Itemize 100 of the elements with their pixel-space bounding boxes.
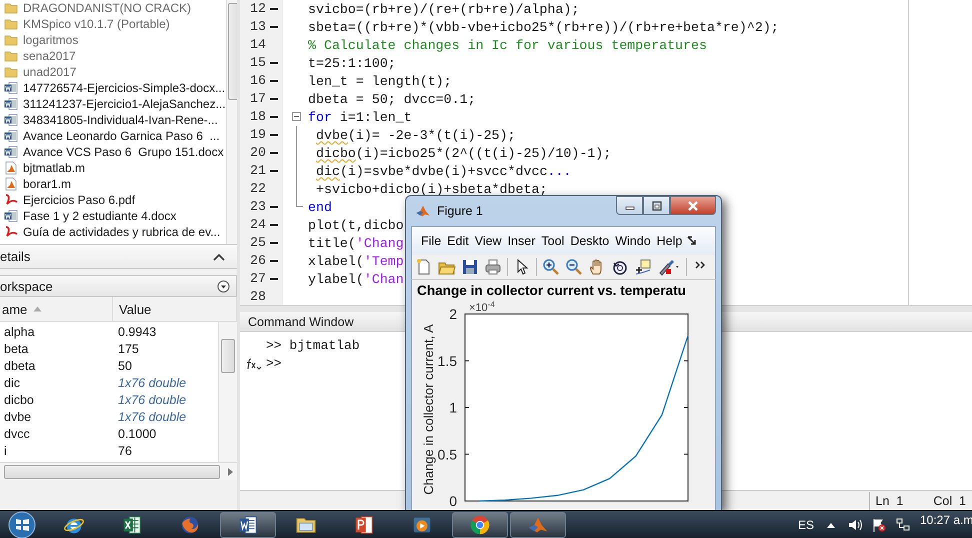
scroll-right-icon[interactable] (228, 468, 233, 476)
breakpoint-marker[interactable] (270, 260, 278, 262)
menu-item[interactable]: Deskto (567, 234, 612, 248)
cursor-column: Col 1 (933, 494, 966, 508)
close-button[interactable] (670, 196, 716, 215)
flag-icon[interactable] (872, 518, 886, 532)
presentation-icon (353, 514, 375, 536)
scrollbar[interactable] (0, 462, 237, 480)
panel-title: Command Window (248, 314, 354, 328)
line-number: 28 (249, 288, 267, 305)
list-entry[interactable]: borar1.m (0, 176, 226, 192)
breakpoint-marker[interactable] (270, 116, 278, 118)
variable-value: 1x76 double (117, 392, 188, 406)
speaker-icon[interactable] (848, 518, 862, 532)
breakpoint-marker[interactable] (270, 170, 278, 172)
pdf-file-icon (4, 193, 18, 207)
taskbar-button[interactable] (452, 512, 508, 538)
language-indicator[interactable]: ES (798, 518, 814, 532)
folder-icon (4, 1, 18, 15)
script-file-icon (4, 161, 18, 175)
line-number: 26 (249, 252, 267, 270)
data-tip-icon[interactable] (634, 258, 652, 276)
taskbar-button[interactable] (220, 512, 276, 538)
list-entry[interactable]: Avance VCS Paso 6 Grupo 151.docx (0, 144, 226, 160)
breakpoint-marker[interactable] (270, 80, 278, 82)
panel-title: orkspace (0, 278, 53, 294)
variable-name: dicbo (3, 392, 35, 406)
network-icon[interactable] (896, 518, 910, 532)
list-entry[interactable]: DRAGONDANIST(NO CRACK) (0, 0, 226, 16)
document-icon (4, 81, 18, 95)
breakpoint-marker[interactable] (270, 224, 278, 226)
menu-item[interactable]: Edit (444, 234, 472, 248)
list-entry[interactable]: unad2017 (0, 64, 226, 80)
minimize-button[interactable] (616, 196, 643, 215)
list-entry[interactable]: Ejercicios Paso 6.pdf (0, 192, 226, 208)
line-number: 13 (249, 18, 267, 36)
list-entry[interactable]: 147726574-Ejercicios-Simple3-docx... (0, 80, 226, 96)
breakpoint-marker[interactable] (270, 62, 278, 64)
chevron-up-icon[interactable] (213, 252, 225, 260)
list-entry[interactable]: Avance Leonardo Garnica Paso 6 ... (0, 128, 226, 144)
list-entry[interactable]: 311241237-Ejercicio1-AlejaSanchez... (0, 96, 226, 112)
code-line: end (308, 200, 332, 214)
save-icon[interactable] (461, 258, 479, 276)
list-entry[interactable]: KMSpico v10.1.7 (Portable) (0, 16, 226, 32)
list-entry[interactable]: Fase 1 y 2 estudiante 4.docx (0, 208, 226, 224)
variable-value: 1x76 double (117, 376, 188, 390)
menu-item[interactable]: Tool (538, 234, 568, 248)
code-line: dvbe(i)= -2e-3*(t(i)-25); (316, 128, 516, 142)
list-entry[interactable]: logaritmos (0, 32, 226, 48)
breakpoint-marker[interactable] (270, 134, 278, 136)
variable-value: 0.9943 (117, 324, 158, 338)
panel-header[interactable]: etails (0, 245, 237, 269)
dock-arrow-icon[interactable] (687, 236, 698, 246)
code-line: for i=1:len_t (308, 110, 412, 124)
brush-icon[interactable] (657, 258, 681, 276)
menu-item[interactable]: Inser (504, 234, 538, 248)
column-header[interactable]: ame (0, 297, 113, 321)
breakpoint-marker[interactable] (270, 152, 278, 154)
print-icon[interactable] (484, 258, 502, 276)
menu-item[interactable]: File (418, 234, 444, 248)
menu-item[interactable]: View (472, 234, 505, 248)
list-entry[interactable]: bjtmatlab.m (0, 160, 226, 176)
document-icon (4, 97, 18, 111)
collapse-icon[interactable] (292, 112, 301, 121)
list-entry[interactable]: 348341805-Individual4-Ivan-Rene-... (0, 112, 226, 128)
breakpoint-marker[interactable] (270, 8, 278, 10)
axis-label: Change in collector current, A (421, 324, 436, 495)
document-icon (4, 113, 18, 127)
sort-ascending-icon (33, 306, 42, 312)
scrollbar[interactable] (218, 322, 237, 462)
line-number: 19 (249, 126, 267, 144)
list-entry[interactable]: Guía de actividades y rubrica de ev... (0, 224, 226, 240)
axis-multiplier: ×10$^{-4}$ (469, 300, 495, 314)
menu-item[interactable]: Windo (612, 234, 654, 248)
folder-icon (4, 17, 18, 31)
breakpoint-marker[interactable] (270, 26, 278, 28)
maximize-button[interactable] (643, 196, 670, 215)
zoom-in-icon[interactable] (542, 258, 560, 276)
code-line: sbeta=((rb+re)*(vbb-vbe+icbo25*(rb+re))/(rb+re+beta*re)^2); (308, 20, 779, 34)
function-icon[interactable] (246, 356, 262, 370)
variable-value: 50 (117, 358, 133, 372)
tick-label: 1 (449, 400, 457, 416)
zoom-out-icon[interactable] (565, 258, 583, 276)
command-prompt[interactable]: >> (266, 356, 282, 371)
breakpoint-marker[interactable] (270, 206, 278, 208)
breakpoint-marker[interactable] (270, 278, 278, 280)
dropdown-icon[interactable] (217, 280, 230, 292)
list-entry[interactable]: sena2017 (0, 48, 226, 64)
script-file-icon (4, 177, 18, 191)
line-number: 24 (249, 216, 267, 234)
folder-icon (4, 65, 18, 79)
menu-item[interactable]: Help (654, 234, 686, 248)
breakpoint-marker[interactable] (270, 98, 278, 100)
tick-label: 1.5 (438, 352, 457, 369)
breakpoint-marker[interactable] (270, 242, 278, 244)
code-line: title('Chang (308, 236, 404, 250)
round-browser-icon (469, 514, 491, 536)
code-line: xlabel('Temp (308, 254, 404, 268)
document-icon (4, 129, 18, 143)
variable-name: beta (3, 342, 30, 356)
